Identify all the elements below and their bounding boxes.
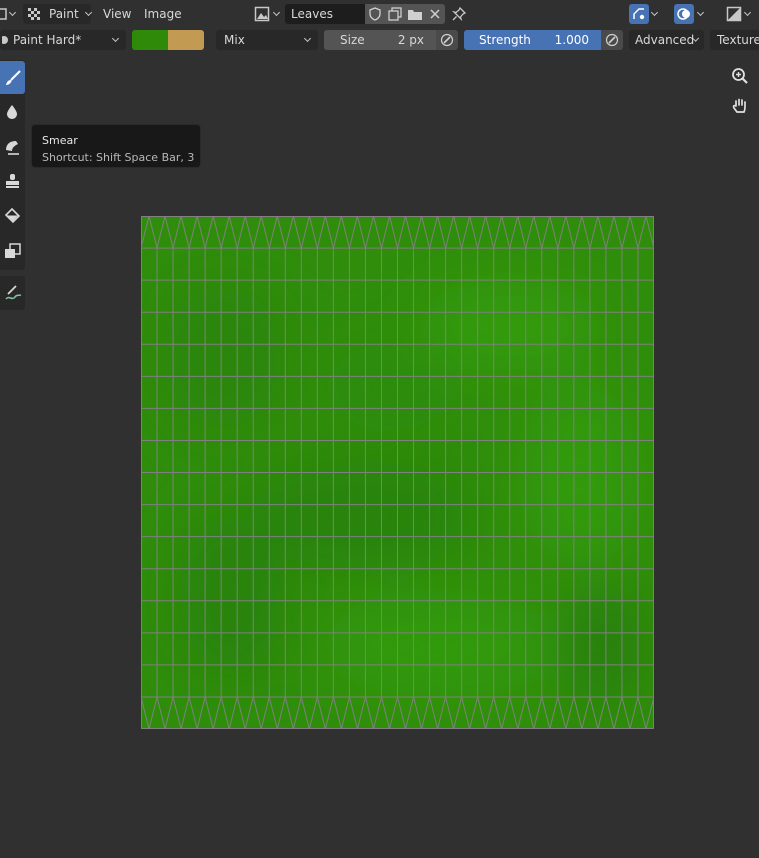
- primary-color-swatch[interactable]: [132, 30, 168, 50]
- chevron-down-icon: [8, 8, 17, 17]
- mask-icon: [4, 242, 21, 258]
- open-image-button[interactable]: [405, 4, 425, 24]
- unlink-image-button[interactable]: [425, 4, 445, 24]
- chevron-down-icon: [84, 8, 92, 17]
- annotate-icon: [4, 284, 21, 300]
- annotate-tool[interactable]: [0, 276, 25, 309]
- strength-value: 1.000: [554, 33, 589, 47]
- brush-selector[interactable]: Paint Hard*: [0, 30, 126, 50]
- bucket-icon: [4, 207, 20, 223]
- image-icon: [254, 6, 270, 22]
- mode-dropdown[interactable]: Paint: [23, 4, 92, 24]
- size-label: Size: [340, 33, 365, 47]
- mask-tool[interactable]: [0, 234, 25, 267]
- tooltip-shortcut: Shortcut: Shift Space Bar, 3: [42, 151, 195, 164]
- blend-mode-label: Mix: [224, 33, 245, 47]
- editor-type-icon: [0, 8, 7, 20]
- image-canvas[interactable]: [141, 216, 654, 729]
- pin-button[interactable]: [450, 5, 468, 23]
- brush-icon: [5, 69, 21, 85]
- pen-pressure-icon: [440, 33, 454, 47]
- texture-dropdown[interactable]: Texture: [710, 30, 759, 50]
- uv-sync-button[interactable]: [629, 4, 649, 24]
- channels-icon: [726, 6, 742, 22]
- checker-icon: [28, 8, 40, 20]
- annotate-toolbar: [0, 276, 25, 310]
- zoom-button[interactable]: [727, 63, 753, 89]
- size-field[interactable]: Size 2 px: [324, 30, 436, 50]
- advanced-dropdown[interactable]: Advanced: [629, 30, 704, 50]
- soften-tool[interactable]: [0, 95, 25, 128]
- mode-label: Paint: [49, 7, 79, 21]
- folder-icon: [408, 10, 422, 20]
- size-value: 2 px: [397, 33, 424, 47]
- size-pressure-button[interactable]: [436, 30, 458, 50]
- strength-label: Strength: [479, 33, 531, 47]
- shield-icon: [369, 7, 381, 21]
- image-name-field[interactable]: Leaves: [285, 4, 365, 24]
- duplicate-image-button[interactable]: [385, 4, 405, 24]
- chevron-down-icon: [693, 35, 700, 42]
- overlay-button[interactable]: [674, 4, 694, 24]
- tooltip-title: Smear: [42, 134, 78, 147]
- zoom-icon: [732, 68, 748, 84]
- brush-icon: [2, 36, 8, 44]
- menu-view[interactable]: View: [103, 6, 131, 22]
- chevron-down-icon: [650, 8, 659, 17]
- texture-label: Texture: [717, 33, 759, 47]
- tool-settings-bar: Paint Hard* Mix Size 2 px Strength 1.000: [0, 27, 759, 54]
- image-name: Leaves: [291, 7, 333, 21]
- draw-tool[interactable]: [0, 61, 25, 94]
- snap-icon: [633, 8, 645, 20]
- fake-user-button[interactable]: [365, 4, 385, 24]
- brush-name: Paint Hard*: [13, 33, 82, 47]
- blend-mode-dropdown[interactable]: Mix: [216, 30, 318, 50]
- smear-icon: [5, 140, 19, 155]
- display-channels-dropdown[interactable]: [726, 4, 756, 24]
- pin-icon: [451, 6, 467, 22]
- duplicate-icon: [388, 7, 402, 21]
- overlay-icon: [677, 8, 690, 20]
- smear-tool[interactable]: [0, 130, 25, 163]
- pan-button[interactable]: [727, 93, 753, 119]
- pen-pressure-icon: [605, 33, 619, 47]
- chevron-down-icon: [743, 8, 752, 17]
- drop-icon: [6, 104, 17, 119]
- tool-tooltip: Smear Shortcut: Shift Space Bar, 3: [31, 124, 201, 168]
- strength-field[interactable]: Strength 1.000: [464, 30, 601, 50]
- menu-image[interactable]: Image: [144, 6, 182, 22]
- close-icon: [430, 9, 440, 19]
- image-actions: [365, 4, 445, 24]
- hand-icon: [732, 98, 746, 113]
- overlay-dropdown[interactable]: [696, 6, 705, 22]
- chevron-down-icon: [272, 8, 281, 17]
- toolbar: [0, 60, 25, 270]
- stamp-icon: [5, 173, 19, 188]
- editor-header: Paint View Image Leaves: [0, 0, 759, 27]
- uv-sync-dropdown[interactable]: [650, 6, 659, 22]
- advanced-label: Advanced: [635, 33, 695, 47]
- chevron-down-icon: [111, 34, 120, 43]
- clone-tool[interactable]: [0, 164, 25, 197]
- editor-type-selector[interactable]: [0, 6, 17, 22]
- fill-tool[interactable]: [0, 199, 25, 232]
- canvas-texture: [141, 216, 654, 729]
- strength-pressure-button[interactable]: [601, 30, 623, 50]
- chevron-down-icon: [303, 34, 312, 43]
- image-browse-button[interactable]: [254, 4, 284, 24]
- chevron-down-icon: [696, 8, 705, 17]
- secondary-color-swatch[interactable]: [168, 30, 204, 50]
- image-editor: Paint View Image Leaves Paint Hard* Mix …: [0, 0, 759, 858]
